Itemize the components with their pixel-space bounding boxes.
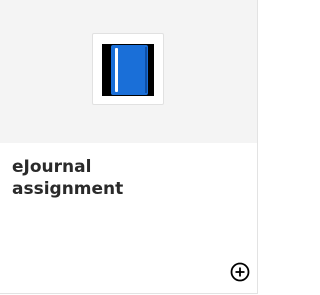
activity-icon-tile bbox=[92, 33, 164, 105]
card-header bbox=[0, 0, 257, 143]
card-title-line-2: assignment bbox=[12, 179, 124, 199]
card-title-line-1: eJournal bbox=[12, 157, 92, 177]
ejournal-book-icon bbox=[102, 44, 154, 96]
card-title[interactable]: eJournal assignment bbox=[12, 156, 232, 200]
add-circle-icon bbox=[230, 262, 250, 282]
activity-card[interactable]: eJournal assignment bbox=[0, 0, 258, 294]
add-button[interactable] bbox=[230, 262, 250, 282]
